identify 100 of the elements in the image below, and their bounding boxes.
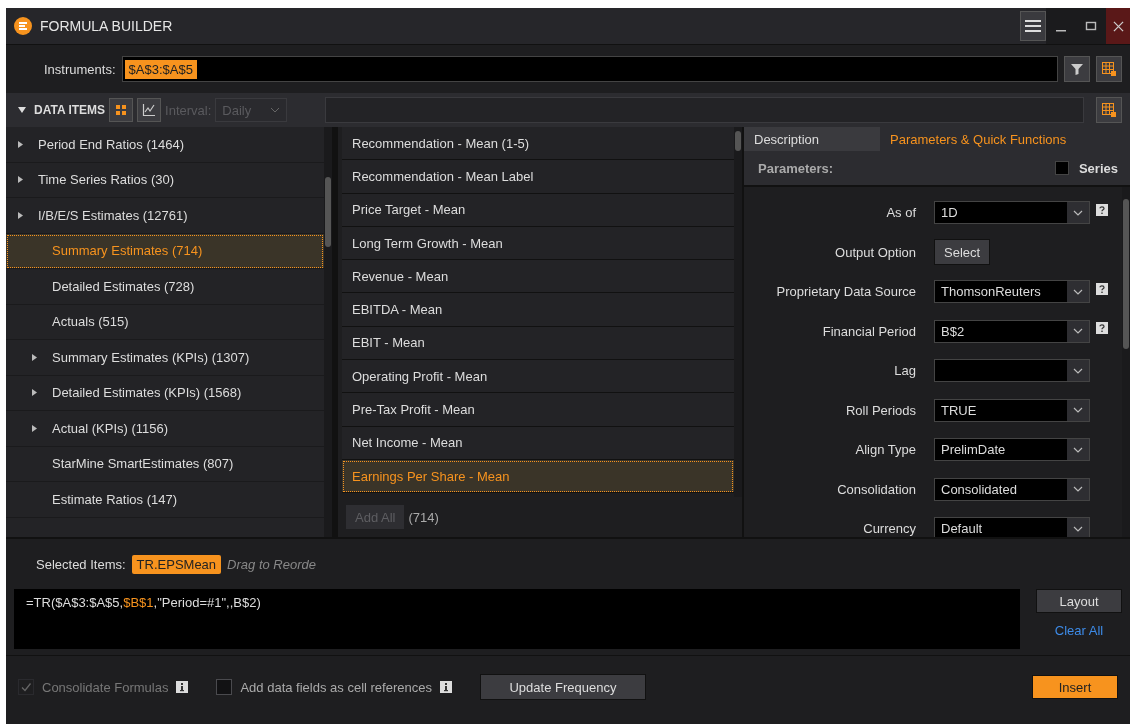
series-checkbox[interactable] xyxy=(1054,161,1069,175)
logo-icon xyxy=(14,17,32,35)
field-list-item[interactable]: Long Term Growth - Mean xyxy=(342,226,734,261)
minimize-icon xyxy=(1056,30,1066,32)
selected-items-label: Selected Items: xyxy=(36,556,126,572)
help-icon[interactable] xyxy=(1096,282,1108,295)
parameter-label: Roll Periods xyxy=(844,402,917,418)
scrollbar[interactable] xyxy=(324,127,332,537)
drag-hint: Drag to Reorde xyxy=(227,556,316,572)
field-list-item[interactable]: Earnings Per Share - Mean xyxy=(342,459,734,494)
parameter-label: Proprietary Data Source xyxy=(775,284,917,300)
scrollbar[interactable] xyxy=(734,127,742,497)
clear-all-link[interactable]: Clear All xyxy=(1054,623,1104,638)
field-list-item[interactable]: Recommendation - Mean Label xyxy=(342,160,734,194)
chart-view-button[interactable] xyxy=(137,98,162,122)
expand-arrow-icon[interactable] xyxy=(32,353,37,361)
line-chart-icon xyxy=(142,103,157,117)
close-button[interactable] xyxy=(1106,8,1130,44)
close-icon xyxy=(1112,20,1124,32)
layout-button[interactable]: Layout xyxy=(1036,589,1122,613)
formula-field[interactable]: =TR($A$3:$A$5,$B$1,"Period=#1",,B$2) xyxy=(14,589,1020,649)
parameter-dropdown[interactable]: PrelimDate xyxy=(934,438,1090,462)
dropdown-caret-icon[interactable] xyxy=(1067,518,1089,537)
dropdown-caret-icon[interactable] xyxy=(1067,439,1089,461)
tree-item[interactable]: Summary Estimates (KPIs) (1307) xyxy=(6,340,324,376)
parameters-heading: Parameters: xyxy=(758,160,834,176)
grid-select-button[interactable] xyxy=(1096,56,1122,82)
parameter-label: As of xyxy=(885,205,917,221)
option-label: Consolidate Formulas xyxy=(42,679,169,695)
parameter-dropdown[interactable]: Default xyxy=(934,517,1090,537)
checkbox[interactable] xyxy=(216,679,233,695)
data-items-label: DATA ITEMS xyxy=(34,103,106,117)
dropdown-caret-icon xyxy=(270,107,281,113)
tree-item[interactable]: Detailed Estimates (728) xyxy=(6,269,324,305)
field-list-item[interactable]: EBITDA - Mean xyxy=(342,293,734,327)
expand-arrow-icon[interactable] xyxy=(18,140,23,148)
dropdown-caret-icon[interactable] xyxy=(1067,202,1089,224)
field-list-item[interactable]: Operating Profit - Mean xyxy=(342,360,734,394)
menu-button[interactable] xyxy=(1020,11,1046,41)
menu-icon xyxy=(1025,19,1041,33)
item-count: (714) xyxy=(408,509,439,525)
expand-arrow-icon[interactable] xyxy=(18,176,23,184)
select-button[interactable]: Select xyxy=(934,239,991,266)
insert-button[interactable]: Insert xyxy=(1032,675,1118,699)
update-frequency-button[interactable]: Update Frequency xyxy=(479,674,646,700)
dropdown-caret-icon[interactable] xyxy=(1067,281,1089,303)
parameter-dropdown[interactable]: Consolidated xyxy=(934,477,1090,501)
field-list-item[interactable]: Price Target - Mean xyxy=(342,193,734,227)
field-list-item[interactable]: EBIT - Mean xyxy=(342,326,734,361)
grid-select-button[interactable] xyxy=(1096,97,1122,123)
table-icon xyxy=(115,104,128,116)
filter-icon xyxy=(1070,62,1084,76)
instruments-field[interactable]: $A$3:$A$5 xyxy=(121,56,1058,82)
parameter-label: Consolidation xyxy=(836,481,917,497)
tree-item[interactable]: Period End Ratios (1464) xyxy=(6,127,324,163)
parameter-dropdown[interactable]: ThomsonReuters xyxy=(934,280,1090,304)
parameter-label: Output Option xyxy=(834,244,917,260)
dropdown-caret-icon[interactable] xyxy=(1067,399,1089,421)
dropdown-caret-icon[interactable] xyxy=(1067,360,1089,382)
option-label: Add data fields as cell references xyxy=(240,679,432,695)
collapse-arrow-icon[interactable] xyxy=(18,107,26,113)
tree-item[interactable]: Time Series Ratios (30) xyxy=(6,162,324,198)
selected-item-tag[interactable]: TR.EPSMean xyxy=(131,554,222,574)
window-title: FORMULA BUILDER xyxy=(40,18,173,34)
tab[interactable]: Description xyxy=(744,127,880,151)
parameter-dropdown[interactable]: B$2 xyxy=(934,319,1090,343)
parameter-label: Lag xyxy=(893,363,917,379)
tree-item[interactable]: Summary Estimates (714) xyxy=(6,233,324,269)
parameter-dropdown[interactable]: TRUE xyxy=(934,398,1090,422)
tree-item[interactable]: Detailed Estimates (KPIs) (1568) xyxy=(6,375,324,411)
tree-item[interactable]: Actual (KPIs) (1156) xyxy=(6,411,324,447)
field-list-item[interactable]: Net Income - Mean xyxy=(342,426,734,460)
expand-arrow-icon[interactable] xyxy=(32,389,37,397)
parameter-label: Currency xyxy=(862,521,917,537)
field-list-item[interactable]: Pre-Tax Profit - Mean xyxy=(342,393,734,427)
info-icon[interactable] xyxy=(176,681,189,693)
help-icon[interactable] xyxy=(1096,203,1108,216)
search-field[interactable] xyxy=(325,97,1084,123)
dropdown-caret-icon[interactable] xyxy=(1067,320,1089,342)
field-list-item[interactable]: Revenue - Mean xyxy=(342,260,734,294)
parameter-dropdown[interactable]: 1D xyxy=(934,201,1090,225)
dropdown-caret-icon[interactable] xyxy=(1067,478,1089,500)
series-label: Series xyxy=(1078,160,1118,176)
maximize-icon xyxy=(1085,20,1097,32)
expand-arrow-icon[interactable] xyxy=(18,211,23,219)
parameter-label: Align Type xyxy=(854,442,917,458)
tree-item[interactable]: Estimate Ratios (147) xyxy=(6,482,324,518)
expand-arrow-icon[interactable] xyxy=(32,424,37,432)
tab[interactable]: Parameters & Quick Functions xyxy=(880,127,1130,151)
scrollbar[interactable] xyxy=(1122,187,1130,537)
field-list-item[interactable]: Recommendation - Mean (1-5) xyxy=(342,127,734,161)
grid-icon xyxy=(1101,61,1117,77)
help-icon[interactable] xyxy=(1096,322,1108,335)
maximize-button[interactable] xyxy=(1076,8,1106,44)
grid-icon xyxy=(1101,102,1117,118)
info-icon[interactable] xyxy=(439,681,452,693)
tree-item[interactable]: I/B/E/S Estimates (12761) xyxy=(6,198,324,234)
parameter-label: Financial Period xyxy=(821,323,917,339)
table-view-button[interactable] xyxy=(109,98,134,122)
filter-button[interactable] xyxy=(1064,56,1090,82)
